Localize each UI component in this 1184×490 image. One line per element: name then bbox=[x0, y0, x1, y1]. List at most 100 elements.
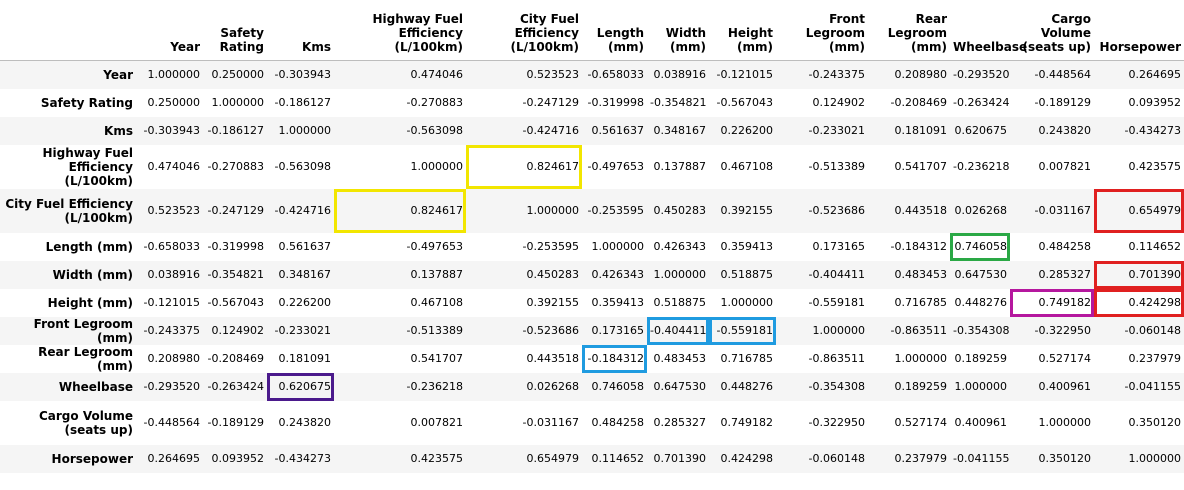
table-cell: 0.647530 bbox=[954, 267, 1008, 281]
column-header-height-mm: Height (mm) bbox=[709, 0, 776, 61]
row-header-horsepower: Horsepower bbox=[51, 451, 133, 466]
table-cell: 0.474046 bbox=[147, 159, 201, 173]
table-cell: 0.359413 bbox=[720, 239, 774, 253]
table-cell: -0.448564 bbox=[143, 415, 200, 429]
table-cell: -0.863511 bbox=[890, 323, 947, 337]
table-cell: -0.658033 bbox=[143, 239, 200, 253]
column-header-year: Year bbox=[136, 0, 203, 61]
table-cell: 0.701390 bbox=[653, 451, 707, 465]
table-cell: 0.348167 bbox=[278, 267, 332, 281]
table-cell: 0.208980 bbox=[147, 351, 201, 365]
table-cell: -0.559181 bbox=[808, 295, 865, 309]
table-cell: -0.263424 bbox=[953, 95, 1010, 109]
column-header-rear-legroom-mm: Rear Legroom (mm) bbox=[868, 0, 950, 61]
table-cell: -0.233021 bbox=[274, 323, 331, 337]
table-cell: -0.236218 bbox=[953, 159, 1010, 173]
highlighted-cell: -0.404411 bbox=[647, 316, 709, 345]
row-header-cargo-volume-seats-up: Cargo Volume (seats up) bbox=[38, 408, 133, 437]
column-header-width-mm: Width (mm) bbox=[647, 0, 709, 61]
highlighted-cell: 0.749182 bbox=[1010, 288, 1094, 317]
table-cell: 0.264695 bbox=[147, 451, 201, 465]
table-cell: -0.424716 bbox=[274, 203, 331, 217]
table-cell: -0.303943 bbox=[143, 123, 200, 137]
table-cell: 0.007821 bbox=[1038, 159, 1092, 173]
table-cell: 0.038916 bbox=[653, 67, 707, 81]
table-cell: -0.293520 bbox=[953, 67, 1010, 81]
table-row: Year 1.000000 0.250000 -0.303943 0.474046 0.5… bbox=[0, 60, 1184, 89]
table-cell: -0.031167 bbox=[1034, 203, 1091, 217]
highlighted-cell: 0.746058 bbox=[950, 232, 1010, 261]
table-cell: -0.243375 bbox=[143, 323, 200, 337]
table-cell: -0.189129 bbox=[1034, 95, 1091, 109]
table-cell: -0.434273 bbox=[1124, 123, 1181, 137]
table-cell: 1.000000 bbox=[591, 239, 645, 253]
table-cell: 0.749182 bbox=[720, 415, 774, 429]
table-cell: -0.060148 bbox=[808, 451, 865, 465]
table-cell: 0.400961 bbox=[954, 415, 1008, 429]
row-header-height-mm: Height (mm) bbox=[47, 295, 133, 310]
table-cell: 0.443518 bbox=[894, 203, 948, 217]
table-row: Wheelbase -0.293520 -0.263424 0.620675 -0.23… bbox=[0, 372, 1184, 401]
table-cell: 0.026268 bbox=[526, 379, 580, 393]
table-cell: 1.000000 bbox=[147, 67, 201, 81]
table-cell: 0.181091 bbox=[894, 123, 948, 137]
table-cell: 0.450283 bbox=[526, 267, 580, 281]
table-cell: 0.137887 bbox=[410, 267, 464, 281]
table-cell: 0.392155 bbox=[526, 295, 580, 309]
column-header-cargo-volume-seats-up: Cargo Volume (seats up) bbox=[1010, 0, 1094, 61]
table-cell: 1.000000 bbox=[211, 95, 265, 109]
table-cell: -0.186127 bbox=[274, 95, 331, 109]
table-cell: 0.392155 bbox=[720, 203, 774, 217]
row-header-kms: Kms bbox=[104, 123, 133, 138]
table-cell: -0.208469 bbox=[890, 95, 947, 109]
column-header-horsepower: Horsepower bbox=[1094, 0, 1184, 61]
table-cell: 0.716785 bbox=[894, 295, 948, 309]
table-cell: 0.226200 bbox=[720, 123, 774, 137]
table-cell: -0.121015 bbox=[716, 67, 773, 81]
table-cell: -0.354821 bbox=[207, 267, 264, 281]
table-cell: 0.424298 bbox=[720, 451, 774, 465]
table-cell: 0.243820 bbox=[278, 415, 332, 429]
table-cell: 0.114652 bbox=[1128, 239, 1182, 253]
table-cell: -0.189129 bbox=[207, 415, 264, 429]
table-row: Kms -0.303943 -0.186127 1.000000 -0.563098 -0… bbox=[0, 116, 1184, 145]
table-cell: 0.443518 bbox=[526, 351, 580, 365]
table-cell: 0.423575 bbox=[1128, 159, 1182, 173]
table-cell: 0.654979 bbox=[526, 451, 580, 465]
row-header-city-fuel-efficiency-l-100km: City Fuel Efficiency (L/100km) bbox=[5, 196, 133, 225]
column-header-highway-fuel-efficiency-l-100km: Highway Fuel Efficiency (L/100km) bbox=[334, 0, 466, 61]
table-header: Year Safety Rating Kms Highway Fuel Efficie… bbox=[0, 0, 1184, 61]
table-cell: -0.253595 bbox=[522, 239, 579, 253]
table-cell: 0.518875 bbox=[653, 295, 707, 309]
table-cell: 1.000000 bbox=[954, 379, 1008, 393]
table-cell: 0.189259 bbox=[954, 351, 1008, 365]
table-cell: 0.527174 bbox=[894, 415, 948, 429]
table-cell: -0.041155 bbox=[953, 451, 1010, 465]
table-row: Cargo Volume (seats up) -0.448564 -0.18912… bbox=[0, 400, 1184, 445]
table-row: Horsepower 0.264695 0.093952 -0.434273 0.423… bbox=[0, 444, 1184, 473]
table-cell: -0.658033 bbox=[587, 67, 644, 81]
table-cell: -0.497653 bbox=[406, 239, 463, 253]
row-header-length-mm: Length (mm) bbox=[45, 239, 133, 254]
table-cell: -0.513389 bbox=[406, 323, 463, 337]
table-row: Width (mm) 0.038916 -0.354821 0.348167 0.137… bbox=[0, 260, 1184, 289]
table-cell: 0.264695 bbox=[1128, 67, 1182, 81]
table-cell: 0.483453 bbox=[653, 351, 707, 365]
table-cell: 0.426343 bbox=[653, 239, 707, 253]
table-cell: -0.567043 bbox=[716, 95, 773, 109]
table-cell: -0.031167 bbox=[522, 415, 579, 429]
highlighted-cell: 0.824617 bbox=[334, 188, 466, 233]
corner-cell bbox=[0, 0, 136, 61]
correlation-table: Year Safety Rating Kms Highway Fuel Efficie… bbox=[0, 0, 1184, 473]
table-cell: -0.253595 bbox=[587, 203, 644, 217]
table-cell: 0.093952 bbox=[1128, 95, 1182, 109]
column-header-kms: Kms bbox=[267, 0, 334, 61]
table-cell: 0.350120 bbox=[1128, 415, 1182, 429]
table-cell: 0.400961 bbox=[1038, 379, 1092, 393]
table-cell: -0.497653 bbox=[587, 159, 644, 173]
table-cell: 0.189259 bbox=[894, 379, 948, 393]
table-cell: -0.247129 bbox=[522, 95, 579, 109]
table-cell: -0.243375 bbox=[808, 67, 865, 81]
table-row: Safety Rating 0.250000 1.000000 -0.186127 -0… bbox=[0, 88, 1184, 117]
table-cell: 0.026268 bbox=[954, 203, 1008, 217]
